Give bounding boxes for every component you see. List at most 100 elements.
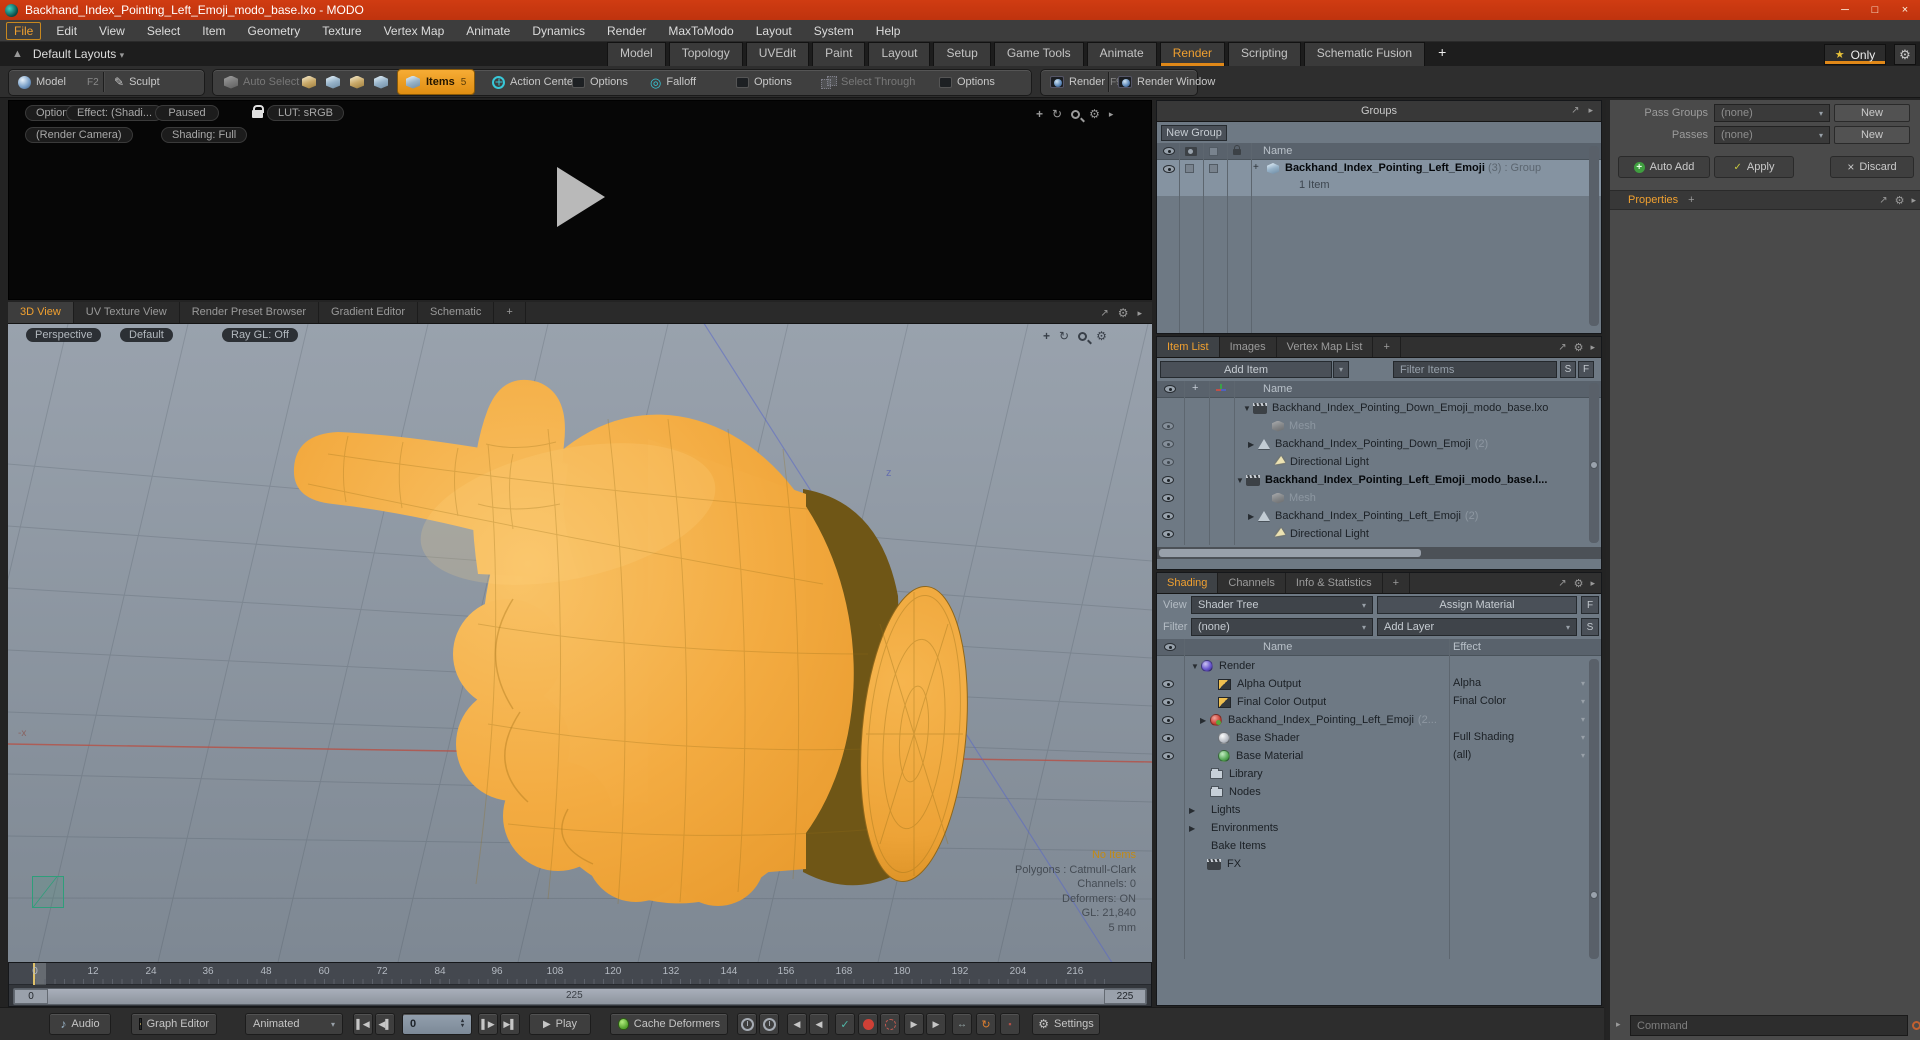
layout-tab-layout[interactable]: Layout [868,42,931,66]
time-system-button[interactable] [737,1013,757,1035]
shading-scrollbar[interactable] [1589,659,1599,959]
rotate-icon[interactable]: ↻ [1059,329,1069,343]
viewport-3d[interactable]: z -x Perspective Default Ray GL: Off + ↻… [8,324,1152,962]
auto-key-button[interactable]: ✓ [835,1013,855,1035]
time-range-button[interactable] [759,1013,779,1035]
effect-dropdown-arrow[interactable]: ▾ [1581,715,1585,724]
move-icon[interactable]: + [1043,329,1050,343]
next-key-alt-button[interactable]: ▶ [926,1013,946,1035]
shader-row[interactable]: Bake Items [1157,837,1589,855]
layout-tab-uvedit[interactable]: UVEdit [745,42,810,66]
checkbox[interactable] [1185,164,1194,173]
auto-add-button[interactable]: + Auto Add [1618,156,1710,178]
tab-images[interactable]: Images [1220,337,1277,357]
next-frame-button[interactable]: ▌▶ [478,1013,498,1035]
menu-help[interactable]: Help [865,22,912,40]
tab-vertex-map-list[interactable]: Vertex Map List [1277,337,1374,357]
new-group-button[interactable]: New Group [1161,125,1227,141]
shader-row[interactable]: Final Color Output [1157,693,1589,711]
expand-icon[interactable]: ↗ [1879,195,1887,206]
menu-file[interactable]: File [6,21,42,40]
pin-column-icon[interactable]: + [1192,382,1198,394]
f-button[interactable]: F [1581,596,1599,614]
tab-channels[interactable]: Channels [1218,573,1286,593]
play-overlay-icon[interactable] [557,167,605,227]
actor-button[interactable]: ▪ [1000,1013,1020,1035]
item-row[interactable]: ▶ Backhand_Index_Pointing_Down_Emoji (2) [1157,435,1589,453]
effect-dropdown-arrow[interactable]: ▾ [1581,679,1585,688]
layout-tab-render[interactable]: Render [1159,42,1226,66]
timeline-ruler[interactable]: 0 12 24 36 48 60 72 84 96 108 120 132 14… [9,963,1151,985]
panel-arrow-icon[interactable]: ▸ [1911,195,1916,206]
groups-scrollbar[interactable] [1589,146,1599,326]
expand-icon[interactable]: ↗ [1100,308,1108,319]
layout-tab-scripting[interactable]: Scripting [1228,42,1301,66]
render-column-icon[interactable] [1185,147,1197,156]
command-history-icon[interactable] [1912,1021,1920,1030]
select-mode-items[interactable] [370,71,392,93]
item-row[interactable]: ▼ Backhand_Index_Pointing_Down_Emoji_modo… [1157,399,1601,417]
play-button[interactable]: ▶ Play [529,1013,591,1035]
shader-row[interactable]: Base Shader [1157,729,1589,747]
expand-icon[interactable]: ↗ [1558,342,1566,353]
select-through-options-button[interactable]: Options [933,70,1001,94]
shader-row[interactable]: Nodes [1157,783,1589,801]
properties-add-tab[interactable]: + [1688,194,1694,206]
eye-icon[interactable] [1162,716,1174,724]
range-start[interactable]: 0 [14,989,48,1004]
audio-button[interactable]: ♪ Audio [49,1013,111,1035]
preview-effect-button[interactable]: Effect: (Shadi... [66,105,164,121]
item-row[interactable]: Directional Light [1157,525,1589,543]
eye-column-icon[interactable] [1164,385,1176,393]
shader-row[interactable]: ▶ Lights [1157,801,1589,819]
tab-3d-view[interactable]: 3D View [8,302,74,323]
panel-arrow-icon[interactable]: ▸ [1588,105,1593,116]
item-row[interactable]: ▼ Backhand_Index_Pointing_Left_Emoji_modo… [1157,471,1589,489]
menu-vertex-map[interactable]: Vertex Map [373,22,456,40]
layout-tab-model[interactable]: Model [607,42,666,66]
expand-icon[interactable]: ↗ [1558,578,1566,589]
passes-dropdown[interactable]: (none) ▾ [1714,126,1830,144]
falloff-options-button[interactable]: Options [730,70,798,94]
panel-arrow-icon[interactable]: ▸ [1137,308,1142,319]
s-button[interactable]: S [1560,361,1576,378]
select-mode-edges[interactable] [322,71,344,93]
layout-tab-setup[interactable]: Setup [933,42,991,66]
add-item-dropdown[interactable]: ▾ [1333,361,1349,378]
axis-column-icon[interactable] [1215,384,1227,395]
layout-tab-paint[interactable]: Paint [812,42,866,66]
command-input[interactable] [1630,1015,1908,1036]
scroll-dot[interactable] [1590,891,1598,899]
layout-tab-topology[interactable]: Topology [668,42,743,66]
effect-value[interactable]: (all) [1453,749,1471,761]
perspective-dropdown[interactable]: Perspective [26,328,102,342]
eye-icon[interactable] [1163,165,1175,173]
go-to-start-button[interactable]: ▌◀ [353,1013,373,1035]
item-list-hscroll-thumb[interactable] [1159,549,1421,557]
preview-shading-button[interactable]: Shading: Full [161,127,248,143]
favorites-only-button[interactable]: ★ Only [1824,44,1886,65]
record-button[interactable] [858,1013,878,1035]
effect-value[interactable]: Alpha [1453,677,1481,689]
add-item-button[interactable]: Add Item [1160,361,1332,378]
effect-dropdown-arrow[interactable]: ▾ [1581,733,1585,742]
item-row[interactable]: ▶ Backhand_Index_Pointing_Left_Emoji (2) [1157,507,1589,525]
select-mode-vertices[interactable] [298,71,320,93]
items-selection-button[interactable]: Items 5 [397,69,476,95]
assign-material-button[interactable]: Assign Material [1377,596,1577,614]
tab-gradient-editor[interactable]: Gradient Editor [319,302,418,323]
shader-row[interactable]: Library [1157,765,1589,783]
gear-icon[interactable]: ⚙ [1574,577,1584,590]
select-through-button[interactable]: Select Through [815,70,921,94]
prev-key-button[interactable]: ◀ [787,1013,807,1035]
menu-layout[interactable]: Layout [745,22,803,40]
tab-shading[interactable]: Shading [1157,573,1219,593]
menu-dynamics[interactable]: Dynamics [521,22,596,40]
action-center-options-button[interactable]: Options [566,70,634,94]
menu-item[interactable]: Item [191,22,236,40]
preview-lut-button[interactable]: LUT: sRGB [267,105,345,121]
preview-camera-button[interactable]: (Render Camera) [25,127,133,143]
apply-button[interactable]: ✓ Apply [1714,156,1794,178]
rotate-icon[interactable]: ↻ [1052,107,1062,121]
gear-icon[interactable]: ⚙ [1089,107,1100,121]
